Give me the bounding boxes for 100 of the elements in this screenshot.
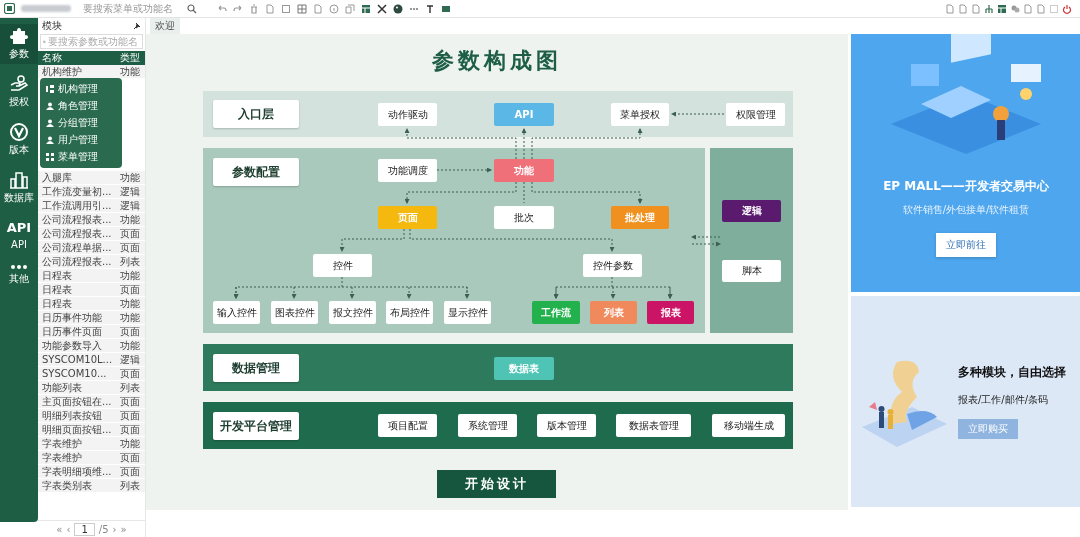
table-cell-text: 字表维护 xyxy=(41,450,83,465)
table-cell-text: 日程表 xyxy=(41,296,73,311)
table-cell-text: 主页面按钮在... xyxy=(41,394,113,409)
panel-title: 模块 xyxy=(42,19,62,33)
copy-icon[interactable] xyxy=(345,3,355,14)
table-cell-text: 逻辑 xyxy=(120,352,141,367)
table-cell-text: 页面 xyxy=(120,464,141,479)
diagram-node: 版本管理 xyxy=(537,414,596,437)
rail-label: 其他 xyxy=(9,272,29,286)
promo-title: EP MALL——开发者交易中心 xyxy=(883,178,1049,195)
grid-icon[interactable] xyxy=(297,3,307,14)
module-search-field[interactable]: 要搜索参数或功能名 xyxy=(40,34,143,49)
layer-label: 入口层 xyxy=(213,100,299,128)
power-icon[interactable] xyxy=(1062,3,1072,14)
diagram-node: 工作流 xyxy=(532,301,580,324)
table-cell-text: 功能 xyxy=(120,436,141,451)
layer-label: 参数配置 xyxy=(213,158,299,186)
doc-icon[interactable] xyxy=(313,3,323,14)
first-page-link[interactable]: « xyxy=(56,523,63,535)
table-cell-text: 明细列表按钮 xyxy=(41,408,103,423)
rail-item[interactable]: 授权 xyxy=(0,72,38,112)
column-header[interactable]: 类型 xyxy=(120,51,145,65)
rail-item[interactable]: API API xyxy=(0,216,38,253)
tree-icon[interactable] xyxy=(984,3,994,14)
doc-icon[interactable] xyxy=(958,3,968,14)
hand-coin-icon xyxy=(9,75,29,93)
connector-arrow xyxy=(671,111,725,117)
table-cell-text: SYSCOM10L... xyxy=(41,354,114,365)
tab[interactable]: 欢迎 xyxy=(150,18,180,34)
table-cell-text: 列表 xyxy=(120,380,141,395)
layer-label: 数据管理 xyxy=(213,354,299,382)
menu-item[interactable]: 用户管理 xyxy=(40,133,122,148)
table-cell-text: 页面 xyxy=(120,240,141,255)
pin-icon[interactable] xyxy=(133,22,141,30)
last-page-link[interactable]: » xyxy=(120,523,127,535)
table-icon[interactable] xyxy=(361,3,371,14)
group-icon xyxy=(46,118,54,127)
rail-item[interactable]: 其他 xyxy=(0,261,38,289)
connector-arrow xyxy=(436,167,492,173)
rail-item[interactable]: 参数 xyxy=(0,24,38,64)
text-icon[interactable] xyxy=(425,3,435,14)
trash-icon[interactable] xyxy=(249,3,259,14)
menu-item[interactable]: 菜单管理 xyxy=(40,150,122,165)
table-cell-text: 功能 xyxy=(120,338,141,353)
table-cell-text: 页面 xyxy=(120,422,141,437)
table-cell-text: 功能 xyxy=(120,268,141,283)
table-cell-text: 日程表 xyxy=(41,282,73,297)
previous-page-link[interactable]: ‹ xyxy=(66,523,71,535)
v-circle-icon xyxy=(9,123,29,141)
table-cell-text: 页面 xyxy=(120,324,141,339)
table-cell-text: 页面 xyxy=(120,450,141,465)
table-cell-text: 列表 xyxy=(120,478,141,493)
page-field[interactable]: 1 xyxy=(74,522,95,536)
square-icon[interactable] xyxy=(281,3,291,14)
logo-icon xyxy=(4,3,15,14)
diagram-node: 图表控件 xyxy=(271,301,318,324)
table-cell-text: 工作流变量初... xyxy=(41,184,113,199)
card-icon[interactable] xyxy=(441,3,451,14)
promo-title: 多种模块，自由选择 xyxy=(958,364,1066,381)
org-chart-icon xyxy=(46,84,54,93)
diagram-node: 脚本 xyxy=(722,260,781,282)
doc-icon[interactable] xyxy=(265,3,275,14)
redo-icon[interactable] xyxy=(233,3,243,14)
start-design-button[interactable]: 开始设计 xyxy=(437,470,556,498)
table-cell-text: 机构维护 xyxy=(41,64,83,79)
promo-subtitle: 报表/工作/邮件/条码 xyxy=(958,393,1049,407)
puzzle-icon xyxy=(9,27,29,45)
doc-icon[interactable] xyxy=(1023,3,1033,14)
api-icon: API xyxy=(6,219,32,237)
rail-item[interactable]: 数据库 xyxy=(0,168,38,208)
menu-item[interactable]: 分组管理 xyxy=(40,115,122,130)
table-cell-text: 功能 xyxy=(120,64,141,79)
search-icon[interactable] xyxy=(187,3,197,14)
info-icon[interactable] xyxy=(329,3,339,14)
table-cell-text: 日程表 xyxy=(41,268,73,283)
blurred-title xyxy=(21,5,71,12)
doc-icon[interactable] xyxy=(1036,3,1046,14)
diagram-node: 动作驱动 xyxy=(378,103,437,126)
menu-item[interactable]: 角色管理 xyxy=(40,98,122,113)
undo-icon[interactable] xyxy=(217,3,227,14)
diagram-node: 菜单授权 xyxy=(611,103,669,126)
menu-item[interactable]: 机构管理 xyxy=(40,81,122,96)
rail-item[interactable]: 版本 xyxy=(0,120,38,160)
diagram-title: 参数构成图 xyxy=(431,47,563,75)
rail-label: 授权 xyxy=(9,95,29,109)
table-cell-text: 逻辑 xyxy=(120,198,141,213)
diagram-node: 显示控件 xyxy=(444,301,491,324)
doc-icon[interactable] xyxy=(945,3,955,14)
promo-subtitle: 软件销售/外包接单/软件租赁 xyxy=(902,203,1030,217)
connector-arrow xyxy=(521,128,527,160)
go-now-button[interactable]: 立即前往 xyxy=(936,233,996,257)
table-cell-text: 页面 xyxy=(120,394,141,409)
diagram-node: 控件 xyxy=(313,254,372,277)
diagram-node: 权限管理 xyxy=(726,103,785,126)
column-header[interactable]: 名称 xyxy=(38,51,120,65)
diagram-node: 移动端生成 xyxy=(712,414,785,437)
next-page-link[interactable]: › xyxy=(112,523,117,535)
doc-icon[interactable] xyxy=(971,3,981,14)
table-cell-text: 字表维护 xyxy=(41,436,83,451)
table-icon[interactable] xyxy=(997,3,1007,14)
